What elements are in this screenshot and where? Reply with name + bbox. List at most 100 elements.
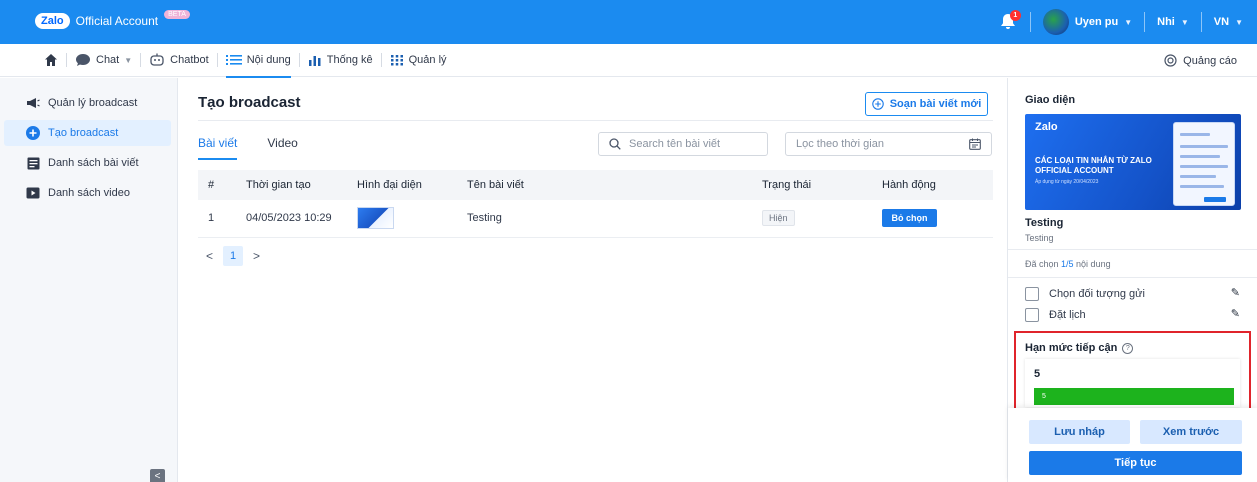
target-icon [1164, 54, 1177, 67]
pagination: < 1 > [206, 246, 260, 266]
reach-quota-highlight: Hạn mức tiếp cận ? 5 5 [1014, 331, 1251, 411]
nav-chat-label: Chat [96, 54, 120, 66]
nav-content-label: Nội dung [246, 54, 291, 66]
top-bar: Zalo Official Account BETA 1 Uyen pu ▼ N… [0, 0, 1257, 44]
preview-banner-image: Zalo CÁC LOẠI TIN NHẮN TỪ ZALO OFFICIAL … [1025, 114, 1241, 210]
brand-name: Official Account [75, 14, 159, 28]
nav-content[interactable]: Nội dung [218, 44, 299, 78]
reach-quota-title: Hạn mức tiếp cận ? [1025, 342, 1134, 354]
sidebar-item-label: Quản lý broadcast [48, 97, 138, 109]
reach-quota-bar-fill: 5 [1034, 388, 1234, 405]
tab-video[interactable]: Video [267, 136, 297, 155]
nav-ads-label: Quảng cáo [1183, 54, 1237, 67]
language-switcher[interactable]: VN ▼ [1214, 16, 1243, 28]
chevron-down-icon: ▼ [1124, 17, 1133, 27]
nav-chatbot-label: Chatbot [170, 54, 209, 66]
main-content: Tạo broadcast Soạn bài viết mới Bài viết… [179, 78, 1006, 482]
divider [1144, 12, 1146, 32]
option-schedule[interactable]: Đặt lịch ✎ [1025, 307, 1240, 323]
divider [1200, 12, 1202, 32]
reach-quota-value: 5 [1034, 368, 1041, 380]
date-filter-input[interactable]: Lọc theo thời gian [785, 132, 992, 156]
phone-mockup [1173, 122, 1235, 206]
row-action-cell: Bỏ chọn [882, 200, 993, 238]
option-label: Chọn đối tượng gửi [1049, 288, 1145, 300]
sidebar-item-label: Danh sách bài viết [48, 157, 139, 169]
banner-subline: Áp dụng từ ngày 20/04/2023 [1035, 179, 1099, 185]
nav-chat[interactable]: Chat ▼ [67, 44, 140, 77]
column-header: # [198, 170, 246, 200]
sidebar: Quản lý broadcast Tạo broadcast Danh sác… [0, 78, 178, 482]
megaphone-icon [26, 96, 40, 110]
selected-prefix: Đã chọn [1025, 259, 1062, 269]
divider [1029, 12, 1031, 32]
deselect-button[interactable]: Bỏ chọn [882, 209, 937, 228]
chevron-down-icon: ▼ [124, 55, 133, 65]
account-name: Nhi [1157, 16, 1175, 28]
schedule-checkbox[interactable] [1025, 308, 1039, 322]
user-menu[interactable]: Uyen pu ▼ [1042, 9, 1133, 35]
nav-manage[interactable]: Quản lý [382, 44, 455, 77]
sidebar-item-label: Danh sách video [48, 187, 130, 199]
nav-stats[interactable]: Thống kê [300, 44, 381, 77]
nav-stats-label: Thống kê [326, 54, 373, 66]
save-draft-button[interactable]: Lưu nháp [1029, 420, 1130, 444]
edit-pen-icon[interactable]: ✎ [1231, 307, 1240, 320]
top-right-controls: 1 Uyen pu ▼ Nhi ▼ VN ▼ [998, 9, 1243, 35]
divider [1008, 277, 1257, 278]
row-thumbnail-cell [357, 200, 467, 238]
list-icon [225, 55, 242, 65]
banner-headline: CÁC LOẠI TIN NHẮN TỪ ZALO OFFICIAL ACCOU… [1035, 156, 1152, 175]
prev-page-button[interactable]: < [206, 249, 213, 263]
status-badge: Hiện [762, 210, 795, 227]
preview-item-subtitle: Testing [1025, 233, 1054, 243]
row-status-cell: Hiện [762, 200, 882, 238]
nav-home[interactable] [36, 44, 66, 77]
notification-bell-icon[interactable]: 1 [998, 10, 1021, 32]
sidebar-item-article-list[interactable]: Danh sách bài viết [4, 150, 171, 176]
next-page-button[interactable]: > [253, 249, 260, 263]
preview-item-title: Testing [1025, 217, 1064, 229]
banner-logo: Zalo [1035, 121, 1058, 133]
continue-button[interactable]: Tiếp tục [1029, 451, 1242, 475]
option-label: Đặt lịch [1049, 309, 1086, 321]
help-icon[interactable]: ? [1122, 342, 1134, 354]
home-icon [45, 54, 57, 66]
date-placeholder: Lọc theo thời gian [796, 138, 884, 150]
sidebar-item-broadcast-manage[interactable]: Quản lý broadcast [4, 90, 171, 116]
bar-chart-icon [308, 56, 321, 66]
compose-article-button[interactable]: Soạn bài viết mới [865, 92, 988, 116]
calendar-icon [969, 138, 981, 150]
sidebar-item-video-list[interactable]: Danh sách video [4, 180, 171, 206]
nav-chatbot[interactable]: Chatbot [141, 44, 217, 77]
notification-count: 1 [1009, 10, 1021, 21]
article-table: # Thời gian tạo Hình đại diện Tên bài vi… [198, 170, 993, 238]
sidebar-collapse-button[interactable]: < [150, 469, 165, 482]
language-label: VN [1213, 16, 1230, 28]
grid-icon [390, 55, 403, 66]
sidebar-item-create-broadcast[interactable]: Tạo broadcast [4, 120, 171, 146]
search-input[interactable]: Search tên bài viết [598, 132, 768, 156]
robot-icon [150, 53, 164, 66]
avatar [1042, 9, 1069, 35]
thumbnail-image [357, 207, 394, 230]
action-footer: Lưu nháp Xem trước Tiếp tục [1008, 408, 1257, 482]
divider [1008, 249, 1257, 250]
column-header: Tên bài viết [467, 170, 762, 200]
page-number[interactable]: 1 [223, 246, 244, 266]
nav-ads[interactable]: Quảng cáo [1164, 44, 1237, 77]
column-header: Trạng thái [762, 170, 882, 200]
account-switcher[interactable]: Nhi ▼ [1157, 16, 1189, 28]
chat-icon [76, 54, 90, 66]
nav-manage-label: Quản lý [408, 54, 447, 66]
chevron-down-icon: ▼ [1235, 17, 1243, 27]
tab-articles[interactable]: Bài viết [198, 136, 238, 160]
edit-pen-icon[interactable]: ✎ [1231, 286, 1240, 299]
plus-circle-icon [871, 98, 884, 110]
table-row[interactable]: 1 04/05/2023 10:29 Testing Hiện Bỏ chọn [198, 200, 993, 238]
beta-badge: BETA [164, 9, 190, 19]
brand[interactable]: Zalo Official Account BETA [35, 9, 190, 29]
audience-checkbox[interactable] [1025, 287, 1039, 301]
preview-button[interactable]: Xem trước [1140, 420, 1242, 444]
option-select-audience[interactable]: Chọn đối tượng gửi ✎ [1025, 286, 1240, 302]
